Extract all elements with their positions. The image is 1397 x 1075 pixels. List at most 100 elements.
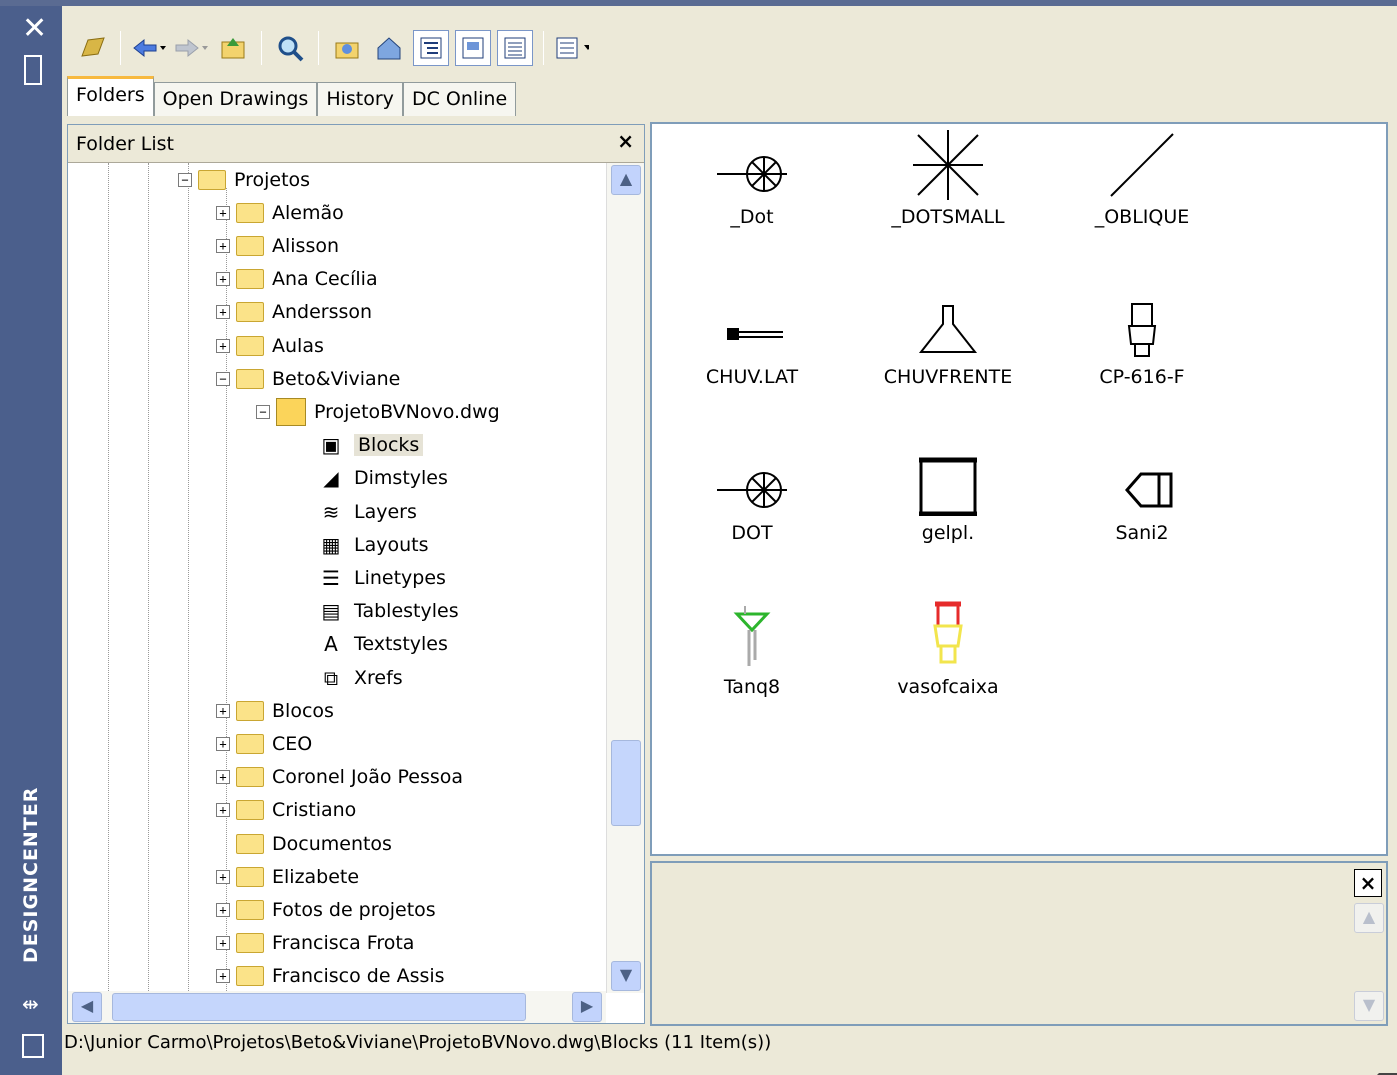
- block-item[interactable]: CHUVFRENTE: [878, 286, 1018, 436]
- scroll-down-icon[interactable]: ▼: [611, 961, 641, 991]
- tree-item[interactable]: Documentos: [216, 827, 392, 860]
- preview-scrollbar[interactable]: ▲ ▼: [1354, 903, 1384, 1023]
- tab-dc-online[interactable]: DC Online: [402, 82, 517, 116]
- forward-icon[interactable]: [173, 30, 209, 66]
- favorites-icon[interactable]: [329, 30, 365, 66]
- tree-item[interactable]: ◢ Dimstyles: [296, 462, 448, 495]
- block-item[interactable]: _DOTSMALL: [878, 126, 1018, 276]
- scroll-right-icon[interactable]: ▶: [572, 992, 602, 1022]
- close-icon[interactable]: ✕: [22, 14, 47, 44]
- tree-item[interactable]: + Blocos: [216, 694, 334, 727]
- up-icon[interactable]: [215, 30, 251, 66]
- block-item[interactable]: _Dot: [682, 126, 822, 276]
- expand-icon[interactable]: +: [216, 338, 230, 353]
- back-icon[interactable]: [131, 30, 167, 66]
- properties-icon[interactable]: [22, 1034, 44, 1058]
- preview-icon[interactable]: [455, 30, 491, 66]
- tree-toggle-icon[interactable]: [413, 30, 449, 66]
- block-item[interactable]: vasofcaixa: [878, 596, 1018, 746]
- tree-item[interactable]: + CEO: [216, 727, 312, 760]
- folder-list-close-icon[interactable]: ×: [617, 129, 634, 153]
- block-item[interactable]: CHUV.LAT: [682, 286, 822, 436]
- search-icon[interactable]: [272, 30, 308, 66]
- expand-icon[interactable]: +: [216, 969, 230, 984]
- tree-item[interactable]: + Francisco de Assis: [216, 960, 445, 993]
- block-item[interactable]: gelpl.: [878, 442, 1018, 592]
- expand-icon[interactable]: +: [216, 305, 230, 320]
- block-item-label: Sani2: [1115, 522, 1169, 544]
- collapse-icon[interactable]: −: [178, 172, 192, 187]
- expand-icon[interactable]: +: [216, 902, 230, 917]
- folder-list-header: Folder List ×: [68, 125, 644, 163]
- expand-icon[interactable]: +: [216, 770, 230, 785]
- tree-vertical-scrollbar[interactable]: ▲ ▼: [606, 163, 644, 993]
- block-item[interactable]: Sani2: [1072, 442, 1212, 592]
- expand-icon[interactable]: +: [216, 736, 230, 751]
- tree-item[interactable]: ≋ Layers: [296, 495, 417, 528]
- oblique-symbol-icon: [1072, 126, 1212, 200]
- tree-item[interactable]: ▣ Blocks: [296, 429, 424, 462]
- tree-item[interactable]: + Francisca Frota: [216, 927, 414, 960]
- tab-open-drawings[interactable]: Open Drawings: [153, 82, 318, 116]
- collapse-icon[interactable]: −: [216, 371, 230, 386]
- home-icon[interactable]: [371, 30, 407, 66]
- load-icon[interactable]: [74, 30, 110, 66]
- tree-item[interactable]: + Andersson: [216, 296, 372, 329]
- properties-grid-icon[interactable]: [24, 55, 42, 85]
- collapse-icon[interactable]: −: [256, 404, 270, 419]
- dot-symbol-icon: [682, 126, 822, 200]
- expand-icon[interactable]: +: [216, 238, 230, 253]
- tree-item[interactable]: + Cristiano: [216, 794, 356, 827]
- scroll-down-icon[interactable]: ▼: [1354, 991, 1384, 1021]
- resize-grip[interactable]: [1377, 1055, 1397, 1075]
- autohide-icon[interactable]: ⇹: [22, 992, 39, 1016]
- tree-item[interactable]: − Projetos: [178, 163, 310, 196]
- hscroll-thumb[interactable]: [112, 993, 526, 1021]
- tree-item[interactable]: − Beto&Viviane: [216, 362, 400, 395]
- expand-icon[interactable]: +: [216, 272, 230, 287]
- blocks-content-area: _Dot _DOTSMALL _OBLIQUE CHUV.LAT CHUVFRENTE C…: [650, 122, 1388, 856]
- tree-item[interactable]: ▦ Layouts: [296, 528, 429, 561]
- tree-horizontal-scrollbar[interactable]: ◀ ▶: [68, 991, 606, 1023]
- expand-icon[interactable]: +: [216, 803, 230, 818]
- scroll-left-icon[interactable]: ◀: [72, 992, 102, 1022]
- tree-item[interactable]: ▤ Tablestyles: [296, 595, 459, 628]
- tree-item[interactable]: A Textstyles: [296, 628, 448, 661]
- scroll-up-icon[interactable]: ▲: [1354, 903, 1384, 933]
- preview-close-icon[interactable]: ×: [1354, 869, 1382, 897]
- expand-icon[interactable]: +: [216, 205, 230, 220]
- folder-icon: [236, 733, 264, 754]
- scroll-up-icon[interactable]: ▲: [611, 165, 641, 195]
- tree-item[interactable]: + Ana Cecília: [216, 263, 378, 296]
- tree-item[interactable]: + Fotos de projetos: [216, 893, 436, 926]
- tree-item-label: Andersson: [272, 301, 373, 324]
- toilet-front-icon: [1072, 286, 1212, 360]
- description-icon[interactable]: [497, 30, 533, 66]
- toilet-plan-icon: [1072, 442, 1212, 516]
- block-item[interactable]: _OBLIQUE: [1072, 126, 1212, 276]
- views-icon[interactable]: [554, 30, 590, 66]
- block-item[interactable]: DOT: [682, 442, 822, 592]
- tree-item[interactable]: − ProjetoBVNovo.dwg: [256, 395, 500, 428]
- expand-icon[interactable]: +: [216, 869, 230, 884]
- tree-item-label: Blocks: [354, 434, 424, 457]
- shower-front-icon: [878, 286, 1018, 360]
- tree-item[interactable]: + Coronel João Pessoa: [216, 761, 463, 794]
- dotsmall-symbol-icon: [878, 126, 1018, 200]
- tree-item[interactable]: ⧉ Xrefs: [296, 661, 403, 694]
- scroll-thumb[interactable]: [611, 740, 641, 826]
- tree-item[interactable]: + Elizabete: [216, 860, 359, 893]
- tree-item[interactable]: + Alisson: [216, 229, 339, 262]
- expand-icon[interactable]: +: [216, 936, 230, 951]
- blocks-icon: ▣: [321, 433, 341, 458]
- block-item-label: DOT: [731, 522, 773, 544]
- block-item[interactable]: Tanq8: [682, 596, 822, 746]
- expand-icon[interactable]: +: [216, 703, 230, 718]
- tree-item[interactable]: ☰ Linetypes: [296, 561, 446, 594]
- tab-folders[interactable]: Folders: [67, 76, 154, 116]
- block-item[interactable]: CP-616-F: [1072, 286, 1212, 436]
- folder-icon: [236, 335, 264, 356]
- tree-item[interactable]: + Aulas: [216, 329, 324, 362]
- tab-history[interactable]: History: [317, 82, 403, 116]
- tree-item[interactable]: + Alemão: [216, 196, 344, 229]
